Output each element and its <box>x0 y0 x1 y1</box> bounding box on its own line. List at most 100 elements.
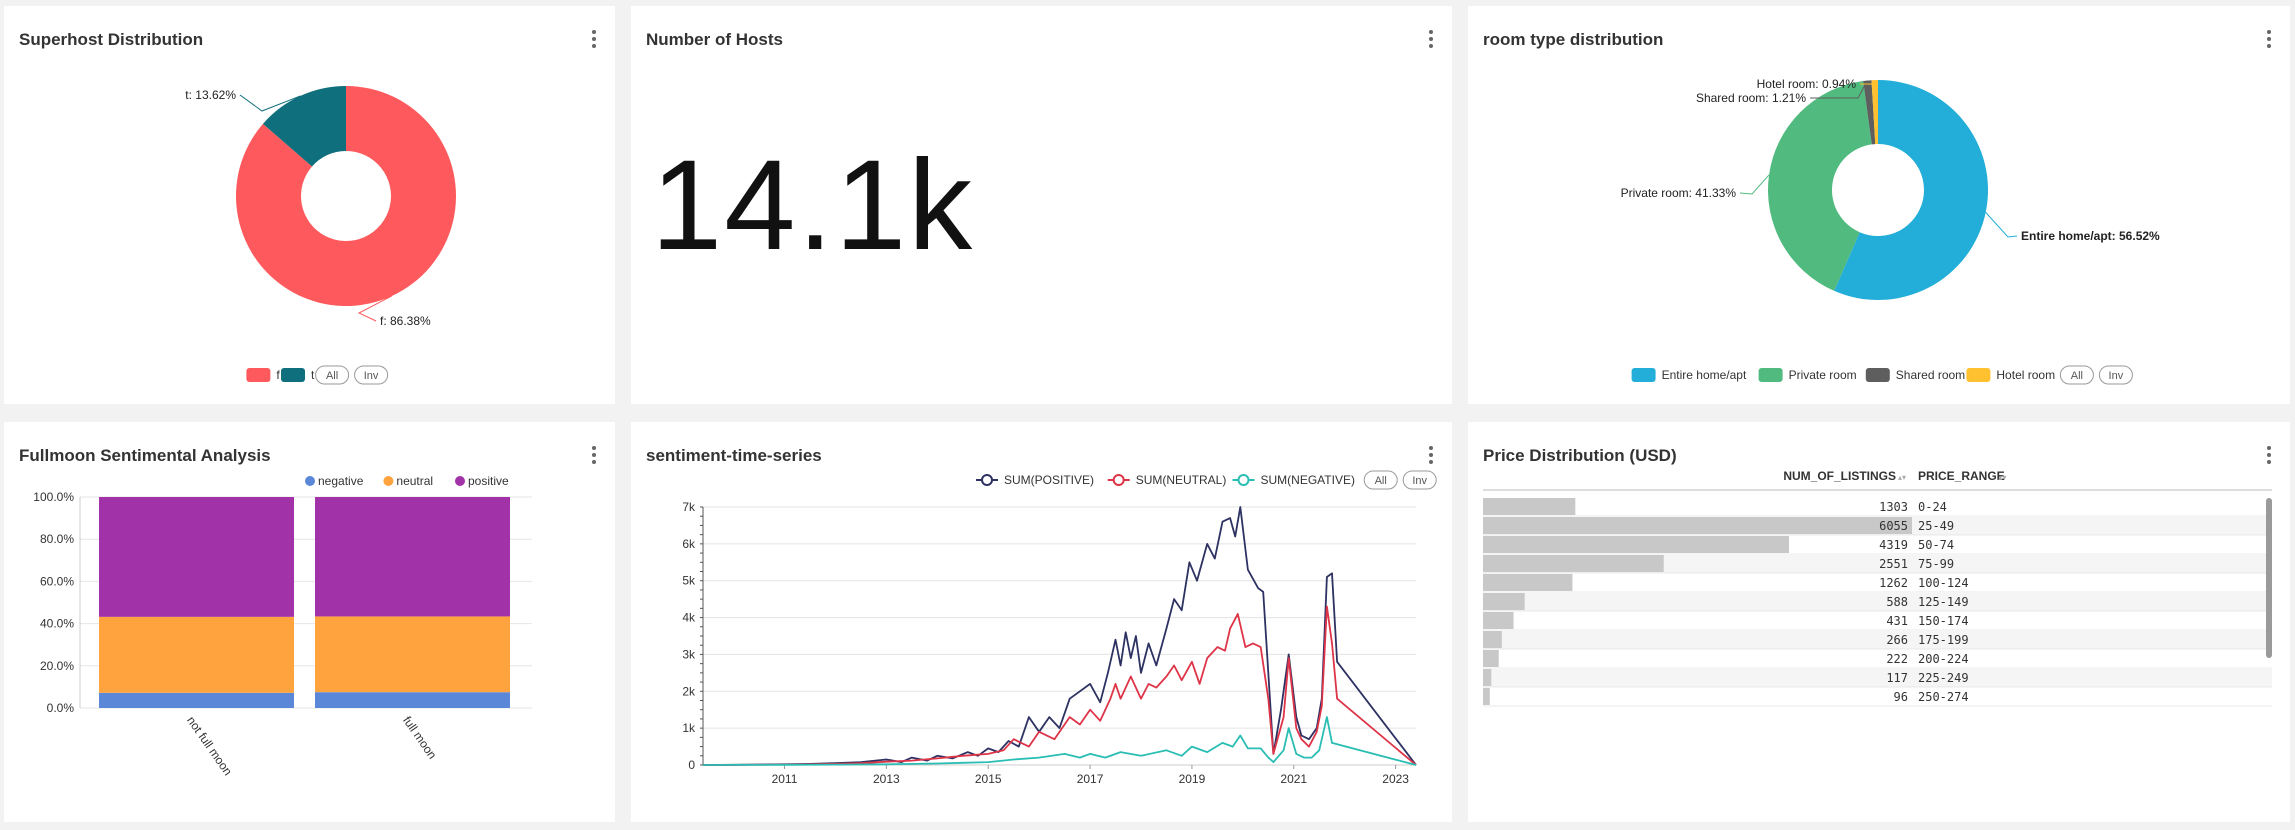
row-stripe <box>1483 668 2272 687</box>
superhost-chart: f: 86.38% t: 13.62% f t All Inv <box>185 86 457 385</box>
roomtype-legend-item-hotel-room[interactable]: Hotel room <box>1966 368 2055 382</box>
sentiment-legend-item[interactable]: SUM(NEGATIVE) <box>1232 473 1355 487</box>
cell-price-range: 225-249 <box>1918 671 1969 685</box>
table-row[interactable]: 431 150-174 <box>1483 612 2272 631</box>
legend-inv-button[interactable]: Inv <box>2098 365 2133 385</box>
superhost-legend-item-f[interactable]: f <box>246 368 280 382</box>
bar-neutral-not-full-moon[interactable] <box>99 616 294 693</box>
legend-label: SUM(NEUTRAL) <box>1136 473 1227 487</box>
line-sum-positive-[interactable] <box>702 506 1417 766</box>
legend-all-button[interactable]: All <box>1363 470 1398 490</box>
price-table: NUM_OF_LISTINGS ▴▾ PRICE_RANGE▴▾ 1303 0-2460… <box>1483 469 2272 707</box>
legend-label: Entire home/apt <box>1662 368 1747 382</box>
pie-slice-label: t: 13.62% <box>185 88 236 102</box>
legend-label: f <box>276 368 280 382</box>
pie-label-line <box>1739 174 1770 195</box>
y-tick-label: 5k <box>682 574 696 588</box>
cell-num-of-listings: 222 <box>1886 652 1908 666</box>
hosts-title: Number of Hosts <box>646 30 783 49</box>
legend-marker <box>981 474 993 486</box>
superhost-legend-item-t[interactable]: t <box>281 368 315 382</box>
table-row[interactable]: 6055 25-49 <box>1483 516 2272 536</box>
sort-icon: ▴▾ <box>1998 473 2006 482</box>
legend-label: negative <box>318 474 364 488</box>
bar-negative-full-moon[interactable] <box>315 692 510 708</box>
roomtype-legend: Entire home/apt Private room Shared room Ho… <box>1631 365 2133 385</box>
cell-price-range: 25-49 <box>1918 519 1954 533</box>
table-row[interactable]: 96 250-274 <box>1483 688 2272 707</box>
cell-price-range: 250-274 <box>1918 690 1969 704</box>
line-sum-neutral-[interactable] <box>702 605 1417 766</box>
legend-swatch <box>1631 368 1656 382</box>
bar-negative-not-full-moon[interactable] <box>99 692 294 708</box>
sentiment-legend-item[interactable]: SUM(POSITIVE) <box>976 473 1094 487</box>
x-tick-label: 2019 <box>1179 772 1206 786</box>
table-row[interactable]: 4319 50-74 <box>1483 536 2272 555</box>
table-row[interactable]: 117 225-249 <box>1483 668 2272 688</box>
cell-num-of-listings: 1303 <box>1879 500 1908 514</box>
y-tick-label: 20.0% <box>40 659 74 673</box>
legend-all-button[interactable]: All <box>315 365 350 385</box>
x-tick-label: 2011 <box>772 772 798 786</box>
x-tick-label: not full moon <box>184 714 235 778</box>
y-tick-label: 3k <box>682 647 696 661</box>
y-tick-label: 0 <box>688 758 695 772</box>
roomtype-legend-item-entire-home-apt[interactable]: Entire home/apt <box>1631 368 1747 382</box>
cell-num-of-listings: 117 <box>1886 671 1908 685</box>
line-sum-negative-[interactable] <box>702 716 1417 766</box>
hosts-menu-icon[interactable] <box>1428 30 1434 48</box>
cell-price-range: 175-199 <box>1918 633 1969 647</box>
legend-swatch <box>1865 368 1890 382</box>
table-row[interactable]: 588 125-149 <box>1483 592 2272 612</box>
pie-slice-label: f: 86.38% <box>380 314 431 328</box>
legend-control-label: Inv <box>364 370 379 382</box>
legend-inv-button[interactable]: Inv <box>1402 470 1437 490</box>
legend-control-label: All <box>2071 370 2083 382</box>
legend-dot <box>305 476 315 486</box>
bar-neutral-full-moon[interactable] <box>315 616 510 693</box>
y-tick-label: 80.0% <box>40 532 74 546</box>
legend-swatch <box>246 368 271 382</box>
table-row[interactable]: 1262 100-124 <box>1483 574 2272 593</box>
pie-slice-label: Hotel room: 0.94% <box>1757 77 1857 91</box>
cell-num-of-listings: 266 <box>1886 633 1908 647</box>
column-header-num-of-listings[interactable]: NUM_OF_LISTINGS ▴▾ <box>1783 469 1906 483</box>
sentiment-legend-item[interactable]: SUM(NEUTRAL) <box>1107 473 1227 487</box>
pie-slice-label: Entire home/apt: 56.52% <box>2021 229 2160 243</box>
cell-bar <box>1483 669 1492 686</box>
price-panel: Price Distribution (USD) NUM_OF_LISTINGS… <box>1468 422 2290 822</box>
legend-label: t <box>311 368 315 382</box>
x-tick-label: 2021 <box>1280 772 1307 786</box>
y-tick-label: 7k <box>682 500 696 514</box>
bar-positive-not-full-moon[interactable] <box>99 497 294 617</box>
x-tick-label: 2015 <box>975 772 1002 786</box>
fullmoon-legend-item-positive[interactable]: positive <box>455 474 509 488</box>
legend-label: SUM(NEGATIVE) <box>1261 473 1355 487</box>
table-row[interactable]: 2551 75-99 <box>1483 554 2272 574</box>
column-header-price-range[interactable]: PRICE_RANGE▴▾ <box>1918 469 2006 483</box>
legend-control-label: All <box>326 370 338 382</box>
x-tick-label: 2017 <box>1077 772 1104 786</box>
bar-positive-full-moon[interactable] <box>315 497 510 617</box>
column-header-label: PRICE_RANGE <box>1918 469 2005 483</box>
table-row[interactable]: 1303 0-24 <box>1483 498 2272 517</box>
table-row[interactable]: 266 175-199 <box>1483 630 2272 650</box>
roomtype-legend-item-private-room[interactable]: Private room <box>1758 368 1857 382</box>
fullmoon-legend-item-neutral[interactable]: neutral <box>383 474 433 488</box>
legend-control-label: Inv <box>2109 370 2124 382</box>
cell-num-of-listings: 4319 <box>1879 538 1908 552</box>
legend-all-button[interactable]: All <box>2059 365 2094 385</box>
legend-swatch <box>1966 368 1991 382</box>
cell-num-of-listings: 1262 <box>1879 576 1908 590</box>
table-row[interactable]: 222 200-224 <box>1483 650 2272 669</box>
row-stripe <box>1483 592 2272 611</box>
x-tick-label: 2013 <box>873 772 900 786</box>
superhost-legend: f t All Inv <box>246 365 389 385</box>
legend-swatch <box>281 368 305 382</box>
roomtype-legend-item-shared-room[interactable]: Shared room <box>1865 368 1965 382</box>
legend-inv-button[interactable]: Inv <box>354 365 389 385</box>
price-table-scrollbar[interactable] <box>2266 498 2272 658</box>
fullmoon-legend-item-negative[interactable]: negative <box>305 474 364 488</box>
cell-price-range: 200-224 <box>1918 652 1969 666</box>
row-stripe <box>1483 630 2272 649</box>
